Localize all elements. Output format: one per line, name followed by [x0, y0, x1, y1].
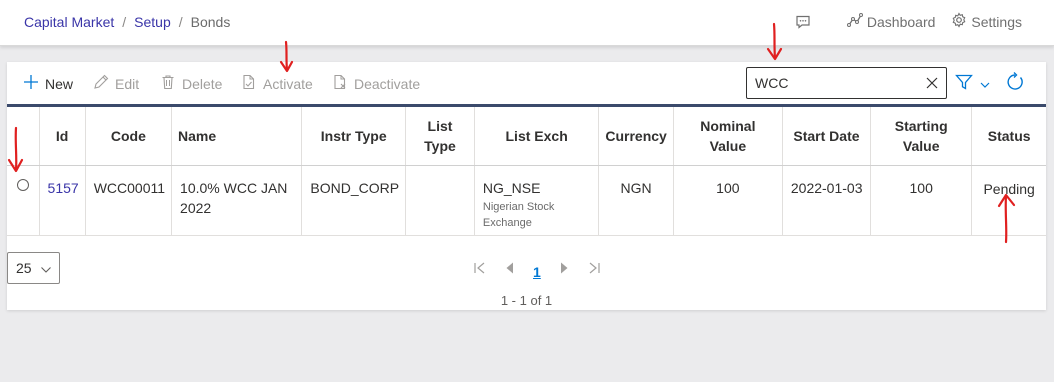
- column-header-code[interactable]: Code: [85, 105, 173, 166]
- chat-icon[interactable]: [795, 14, 811, 30]
- edit-button[interactable]: Edit: [93, 74, 139, 93]
- first-page-icon[interactable]: [473, 261, 487, 275]
- list-exch-description: Nigerian Stock Exchange: [482, 201, 555, 229]
- column-header-status[interactable]: Status: [971, 105, 1046, 166]
- bonds-panel: New Edit Delete Activate Deactivate WCC …: [7, 62, 1046, 310]
- column-header-id[interactable]: Id: [39, 105, 86, 166]
- top-nav: Dashboard Settings: [795, 12, 1022, 31]
- next-page-icon[interactable]: [557, 261, 571, 275]
- new-label: New: [45, 75, 74, 92]
- deactivate-label: Deactivate: [354, 75, 421, 92]
- breadcrumb-setup[interactable]: Setup: [134, 14, 171, 30]
- top-bar: Capital Market / Setup / Bonds Dashboard…: [0, 0, 1054, 46]
- cell-name: 10.0% WCC JAN 2022: [171, 165, 303, 236]
- activate-button[interactable]: Activate: [241, 74, 313, 93]
- gear-icon: [951, 12, 971, 31]
- delete-button[interactable]: Delete: [160, 74, 222, 93]
- search-input[interactable]: [755, 74, 915, 92]
- last-page-icon[interactable]: [587, 261, 601, 275]
- filter-icon: [955, 73, 973, 96]
- column-header-currency[interactable]: Currency: [598, 105, 674, 166]
- refresh-icon[interactable]: [1005, 72, 1025, 92]
- column-header-nominal-value[interactable]: Nominal Value: [673, 105, 783, 166]
- search-box: [746, 67, 947, 99]
- breadcrumb-separator: /: [178, 14, 183, 30]
- breadcrumb-separator: /: [122, 14, 127, 30]
- activate-label: Activate: [263, 75, 313, 92]
- cell-id[interactable]: 5157: [39, 165, 86, 236]
- delete-label: Delete: [182, 75, 223, 92]
- cell-nominal-value: 100: [673, 165, 783, 236]
- page-number-current[interactable]: 1: [533, 264, 541, 280]
- settings-link[interactable]: Settings: [951, 12, 1022, 31]
- column-header-list-type[interactable]: List Type: [405, 105, 475, 166]
- pagination-info: 1 - 1 of 1: [500, 293, 553, 308]
- new-button[interactable]: New: [23, 74, 73, 93]
- column-header-start-date[interactable]: Start Date: [782, 105, 872, 166]
- row-select-radio[interactable]: [16, 179, 29, 191]
- breadcrumb-capital-market[interactable]: Capital Market: [24, 14, 114, 30]
- row-select-cell: [7, 165, 40, 236]
- column-header-starting-value[interactable]: Starting Value: [870, 105, 973, 166]
- settings-label: Settings: [971, 13, 1022, 30]
- grid-header-row: Id Code Name Instr Type List Type List Ex…: [7, 105, 1046, 166]
- trash-icon: [160, 74, 182, 93]
- plus-icon: [23, 74, 45, 93]
- breadcrumb-bonds: Bonds: [190, 14, 231, 30]
- document-x-icon: [332, 74, 354, 93]
- toolbar: New Edit Delete Activate Deactivate: [7, 62, 1046, 104]
- close-icon[interactable]: [924, 75, 940, 91]
- pencil-icon: [93, 74, 115, 93]
- list-exch-code: NG_NSE: [482, 180, 541, 196]
- column-header-name[interactable]: Name: [171, 105, 303, 166]
- column-header-list-exch[interactable]: List Exch: [474, 105, 600, 166]
- cell-status: Pending: [971, 165, 1046, 236]
- table-row[interactable]: 5157 WCC00011 10.0% WCC JAN 2022 BOND_COR…: [7, 165, 1046, 236]
- previous-page-icon[interactable]: [503, 261, 517, 275]
- cell-list-type: [405, 165, 475, 236]
- cell-starting-value: 100: [870, 165, 973, 236]
- chevron-down-icon: [979, 79, 991, 91]
- dashboard-icon: [846, 12, 867, 31]
- cell-start-date: 2022-01-03: [782, 165, 872, 236]
- deactivate-button[interactable]: Deactivate: [332, 74, 420, 93]
- dashboard-link[interactable]: Dashboard: [846, 12, 936, 31]
- breadcrumb: Capital Market / Setup / Bonds: [24, 14, 230, 30]
- edit-label: Edit: [115, 75, 140, 92]
- cell-code: WCC00011: [85, 165, 173, 236]
- column-header-instr-type[interactable]: Instr Type: [301, 105, 407, 166]
- document-check-icon: [241, 74, 263, 93]
- pagination: 1: [473, 260, 617, 280]
- cell-instr-type: BOND_CORP: [301, 165, 407, 236]
- bonds-grid: Id Code Name Instr Type List Type List Ex…: [7, 104, 1046, 236]
- cell-currency: NGN: [598, 165, 674, 236]
- page-size-value: 25: [16, 260, 32, 276]
- page-size-dropdown[interactable]: 25: [7, 252, 60, 284]
- dashboard-label: Dashboard: [866, 13, 936, 30]
- cell-list-exch: NG_NSE Nigerian Stock Exchange: [474, 165, 600, 236]
- select-column-header: [7, 105, 40, 166]
- filter-button[interactable]: [955, 73, 991, 96]
